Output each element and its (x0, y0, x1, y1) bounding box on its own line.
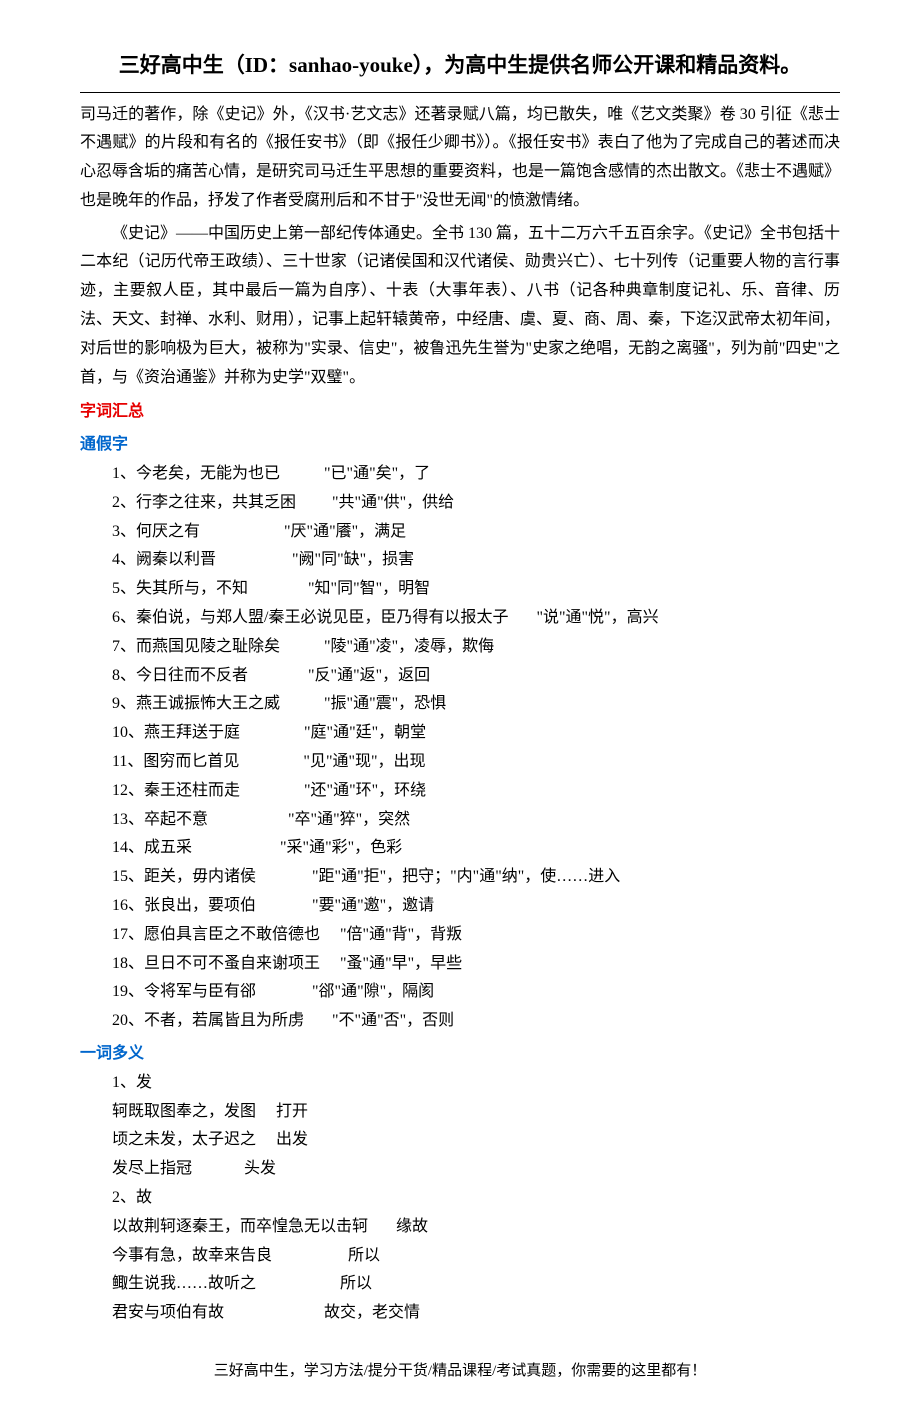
page-footer: 三好高中生，学习方法/提分干货/精品课程/考试真题，你需要的这里都有！ (80, 1358, 840, 1385)
list-item: 15、距关，毋内诸侯 "距"通"拒"，把守；"内"通"纳"，使……进入 (112, 863, 840, 892)
list-item: 9、燕王诚振怖大王之威 "振"通"震"，恐惧 (112, 690, 840, 719)
section-heading-polysemy: 一词多义 (80, 1040, 840, 1069)
list-item: 6、秦伯说，与郑人盟/秦王必说见臣，臣乃得有以报太子 "说"通"悦"，高兴 (112, 604, 840, 633)
list-item: 14、成五采 "采"通"彩"，色彩 (112, 834, 840, 863)
list-item: 4、阙秦以利晋 "阙"同"缺"，损害 (112, 546, 840, 575)
list-item: 1、今老矣，无能为也已 "已"通"矣"，了 (112, 460, 840, 489)
list-item: 君安与项伯有故 故交，老交情 (112, 1299, 840, 1328)
tongjia-list: 1、今老矣，无能为也已 "已"通"矣"，了 2、行李之往来，共其乏困 "共"通"… (80, 460, 840, 1036)
list-item: 7、而燕国见陵之耻除矣 "陵"通"凌"，凌辱，欺侮 (112, 633, 840, 662)
header-divider (80, 92, 840, 93)
list-item: 以故荆轲逐秦王，而卒惶急无以击轲 缘故 (112, 1213, 840, 1242)
list-item: 3、何厌之有 "厌"通"餍"，满足 (112, 518, 840, 547)
list-item: 13、卒起不意 "卒"通"猝"，突然 (112, 806, 840, 835)
paragraph-2: 《史记》——中国历史上第一部纪传体通史。全书 130 篇，五十二万六千五百余字。… (80, 220, 840, 393)
section-heading-tongjia: 通假字 (80, 431, 840, 460)
list-item: 5、失其所与，不知 "知"同"智"，明智 (112, 575, 840, 604)
list-item: 19、令将军与臣有郤 "郤"通"隙"，隔阂 (112, 978, 840, 1007)
list-item: 轲既取图奉之，发图 打开 (112, 1098, 840, 1127)
list-item: 发尽上指冠 头发 (112, 1155, 840, 1184)
list-item: 1、发 (112, 1069, 840, 1098)
list-item: 鲰生说我……故听之 所以 (112, 1270, 840, 1299)
section-heading-vocab: 字词汇总 (80, 398, 840, 427)
list-item: 17、愿伯具言臣之不敢倍德也 "倍"通"背"，背叛 (112, 921, 840, 950)
polysemy-list: 1、发 轲既取图奉之，发图 打开 顷之未发，太子迟之 出发 发尽上指冠 头发 2… (80, 1069, 840, 1328)
list-item: 12、秦王还柱而走 "还"通"环"，环绕 (112, 777, 840, 806)
list-item: 2、行李之往来，共其乏困 "共"通"供"，供给 (112, 489, 840, 518)
list-item: 10、燕王拜送于庭 "庭"通"廷"，朝堂 (112, 719, 840, 748)
list-item: 11、图穷而匕首见 "见"通"现"，出现 (112, 748, 840, 777)
page-title: 三好高中生（ID：sanhao-youke），为高中生提供名师公开课和精品资料。 (80, 50, 840, 82)
list-item: 2、故 (112, 1184, 840, 1213)
list-item: 20、不者，若属皆且为所虏 "不"通"否"，否则 (112, 1007, 840, 1036)
list-item: 顷之未发，太子迟之 出发 (112, 1126, 840, 1155)
paragraph-1: 司马迁的著作，除《史记》外，《汉书·艺文志》还著录赋八篇，均已散失，唯《艺文类聚… (80, 101, 840, 216)
page-container: 三好高中生（ID：sanhao-youke），为高中生提供名师公开课和精品资料。… (0, 0, 920, 1425)
list-item: 16、张良出，要项伯 "要"通"邀"，邀请 (112, 892, 840, 921)
list-item: 8、今日往而不反者 "反"通"返"，返回 (112, 662, 840, 691)
list-item: 今事有急，故幸来告良 所以 (112, 1242, 840, 1271)
list-item: 18、旦日不可不蚤自来谢项王 "蚤"通"早"，早些 (112, 950, 840, 979)
